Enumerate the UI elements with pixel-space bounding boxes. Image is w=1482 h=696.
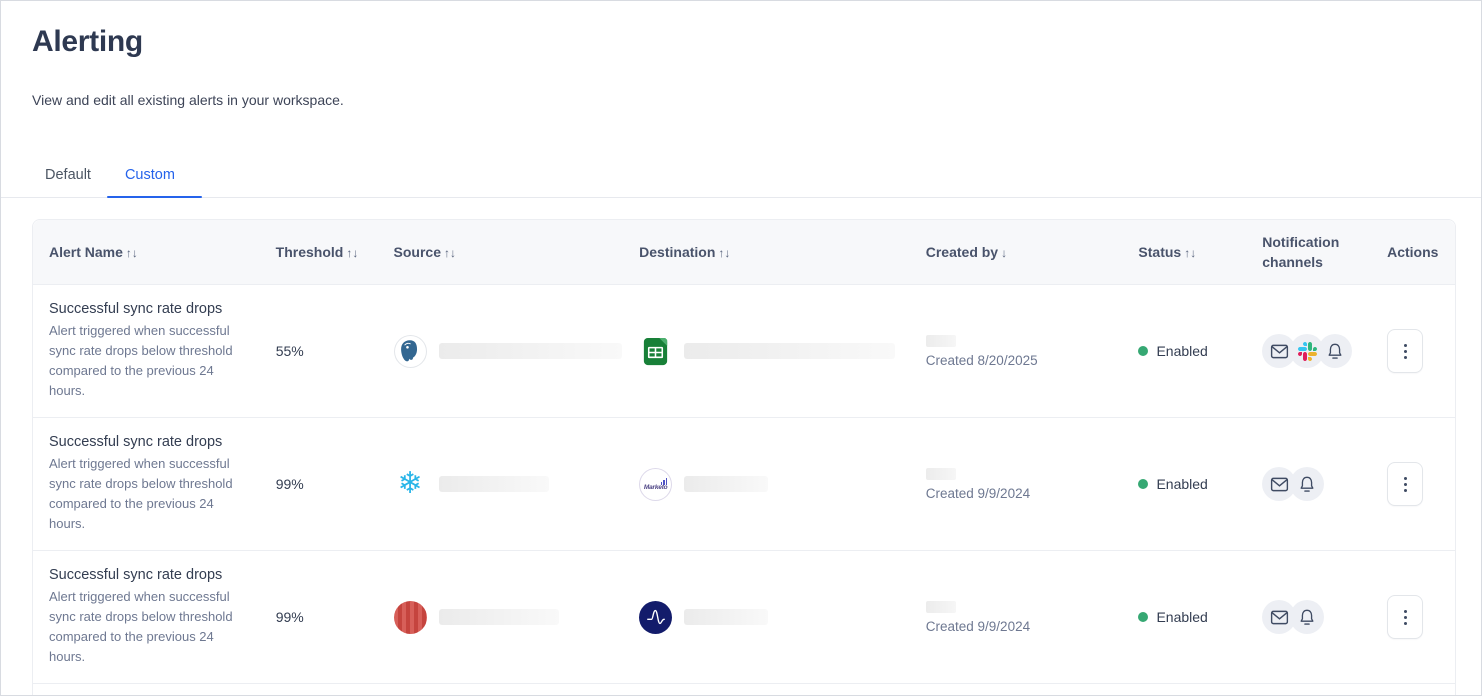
redacted-destination-name: [684, 609, 768, 625]
header-actions-label: Actions: [1387, 244, 1438, 260]
redacted-creator-name: [926, 468, 956, 480]
header-destination[interactable]: Destination↑↓: [623, 242, 910, 263]
sort-desc-icon[interactable]: ↓: [1001, 246, 1007, 260]
alert-name: Successful sync rate drops: [49, 567, 234, 583]
row-actions-kebab-button[interactable]: [1387, 595, 1423, 639]
created-by-cell: Created 8/20/2025: [910, 285, 1123, 417]
header-notification-channels: Notification channels: [1246, 232, 1371, 272]
created-date: Created 9/9/2024: [926, 486, 1030, 501]
header-source-label: Source: [394, 244, 441, 260]
redacted-destination-name: [684, 476, 768, 492]
sort-icon[interactable]: ↑↓: [346, 246, 358, 260]
actions-cell: [1371, 285, 1455, 417]
amplitude-icon: [639, 601, 672, 634]
google-sheets-icon: [639, 335, 672, 368]
sort-icon[interactable]: ↑↓: [126, 246, 138, 260]
sort-icon[interactable]: ↑↓: [1184, 246, 1196, 260]
redacted-source-name: [439, 476, 549, 492]
threshold-cell: 55%: [260, 285, 378, 417]
status-label: Enabled: [1156, 609, 1207, 625]
header-created-by-label: Created by: [926, 244, 998, 260]
redacted-creator-name: [926, 335, 956, 347]
threshold-cell: 99%: [260, 418, 378, 550]
marketo-icon: Marketo: [639, 468, 672, 501]
status-enabled-dot: [1138, 346, 1148, 356]
alerting-page: Alerting View and edit all existing aler…: [0, 0, 1482, 696]
header-destination-label: Destination: [639, 244, 715, 260]
alert-name-cell: Successful sync rate drops Alert trigger…: [33, 418, 260, 550]
header-status-label: Status: [1138, 244, 1181, 260]
notification-channels-cell: [1246, 285, 1371, 417]
table-row: Successful sync rate drops Alert trigger…: [33, 284, 1455, 417]
status-enabled-dot: [1138, 479, 1148, 489]
header-threshold-label: Threshold: [276, 244, 344, 260]
bell-channel-icon: [1318, 334, 1352, 368]
redacted-destination-name: [684, 343, 895, 359]
actions-cell: [1371, 551, 1455, 683]
header-threshold[interactable]: Threshold↑↓: [260, 242, 378, 263]
partial-next-row: [33, 683, 1455, 696]
source-cell: [378, 285, 624, 417]
page-subtitle: View and edit all existing alerts in you…: [32, 92, 344, 108]
sort-icon[interactable]: ↑↓: [444, 246, 456, 260]
alerts-table: Alert Name↑↓ Threshold↑↓ Source↑↓ Destin…: [32, 219, 1456, 696]
alert-name-cell: Successful sync rate drops Alert trigger…: [33, 551, 260, 683]
notification-channels-cell: [1246, 551, 1371, 683]
marketo-wordmark: Marketo: [644, 484, 668, 491]
tab-bar: Default Custom: [1, 161, 1482, 198]
row-actions-kebab-button[interactable]: [1387, 462, 1423, 506]
actions-cell: [1371, 418, 1455, 550]
tab-custom[interactable]: Custom: [112, 161, 188, 197]
table-row: Successful sync rate drops Alert trigger…: [33, 417, 1455, 550]
postgresql-icon: [394, 335, 427, 368]
created-date: Created 8/20/2025: [926, 353, 1038, 368]
status-cell: Enabled: [1122, 551, 1246, 683]
created-by-cell: Created 9/9/2024: [910, 418, 1123, 550]
redacted-source-name: [439, 343, 622, 359]
status-label: Enabled: [1156, 476, 1207, 492]
status-cell: Enabled: [1122, 285, 1246, 417]
notification-channels-cell: [1246, 418, 1371, 550]
bell-channel-icon: [1290, 600, 1324, 634]
header-actions: Actions: [1371, 242, 1455, 262]
threshold-value: 99%: [276, 476, 304, 492]
destination-cell: [623, 551, 910, 683]
alert-description: Alert triggered when successful sync rat…: [49, 321, 234, 401]
snowflake-icon: ❄: [394, 468, 427, 501]
row-actions-kebab-button[interactable]: [1387, 329, 1423, 373]
header-alert-name-label: Alert Name: [49, 244, 123, 260]
created-by-cell: Created 9/9/2024: [910, 551, 1123, 683]
redacted-source-name: [439, 609, 559, 625]
source-cell: ❄: [378, 418, 624, 550]
bell-channel-icon: [1290, 467, 1324, 501]
table-header-row: Alert Name↑↓ Threshold↑↓ Source↑↓ Destin…: [33, 220, 1455, 284]
red-striped-database-icon: [394, 601, 427, 634]
status-label: Enabled: [1156, 343, 1207, 359]
header-alert-name[interactable]: Alert Name↑↓: [33, 242, 260, 263]
alert-name: Successful sync rate drops: [49, 301, 234, 317]
alert-name: Successful sync rate drops: [49, 434, 234, 450]
header-created-by[interactable]: Created by↓: [910, 242, 1123, 263]
header-status[interactable]: Status↑↓: [1122, 242, 1246, 263]
threshold-value: 99%: [276, 609, 304, 625]
threshold-cell: 99%: [260, 551, 378, 683]
alert-description: Alert triggered when successful sync rat…: [49, 454, 234, 534]
status-cell: Enabled: [1122, 418, 1246, 550]
threshold-value: 55%: [276, 343, 304, 359]
alert-description: Alert triggered when successful sync rat…: [49, 587, 234, 667]
redacted-creator-name: [926, 601, 956, 613]
page-title: Alerting: [32, 25, 143, 59]
sort-icon[interactable]: ↑↓: [718, 246, 730, 260]
destination-cell: [623, 285, 910, 417]
status-enabled-dot: [1138, 612, 1148, 622]
destination-cell: Marketo: [623, 418, 910, 550]
created-date: Created 9/9/2024: [926, 619, 1030, 634]
source-cell: [378, 551, 624, 683]
header-notification-channels-label: Notification channels: [1262, 234, 1339, 270]
table-row: Successful sync rate drops Alert trigger…: [33, 550, 1455, 683]
alert-name-cell: Successful sync rate drops Alert trigger…: [33, 285, 260, 417]
tab-default[interactable]: Default: [32, 161, 104, 197]
header-source[interactable]: Source↑↓: [378, 242, 624, 263]
